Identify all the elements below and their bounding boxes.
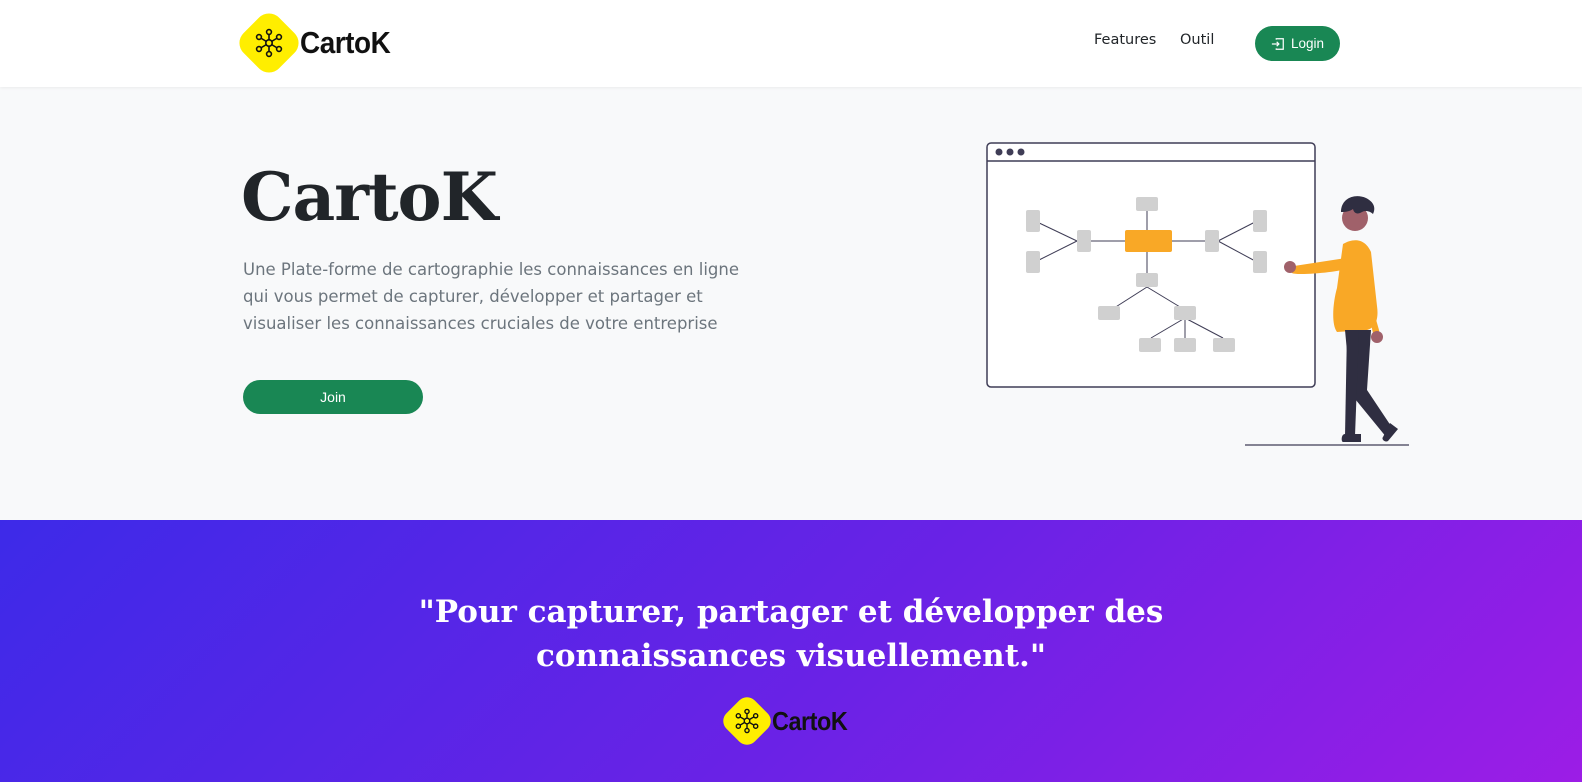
nav-link-outil[interactable]: Outil: [1180, 32, 1214, 48]
navbar: CartoK Features Outil Login: [0, 0, 1582, 87]
logo-icon: [233, 7, 305, 79]
login-label: Login: [1290, 36, 1325, 51]
brand-logo-link[interactable]: CartoK: [233, 7, 400, 79]
join-button[interactable]: Join: [243, 380, 423, 414]
banner-quote: "Pour capturer, partager et développer d…: [0, 590, 1582, 678]
login-button[interactable]: Login: [1255, 26, 1340, 61]
banner-brand-name: CartoK: [772, 705, 848, 736]
banner-quote-line2: connaissances visuellement.": [536, 638, 1046, 674]
banner-quote-line1: "Pour capturer, partager et développer d…: [418, 594, 1164, 630]
mind-map-illustration: [986, 142, 1409, 446]
brand-name: CartoK: [300, 25, 391, 60]
login-icon: [1271, 37, 1284, 50]
logo-icon: [718, 692, 776, 750]
quote-banner: "Pour capturer, partager et développer d…: [0, 520, 1582, 782]
hero-lead: Une Plate-forme de cartographie les conn…: [243, 260, 739, 333]
nav-link-features[interactable]: Features: [1094, 32, 1156, 48]
hero-title: CartoK: [241, 158, 498, 236]
banner-brand-logo: CartoK: [718, 692, 856, 750]
